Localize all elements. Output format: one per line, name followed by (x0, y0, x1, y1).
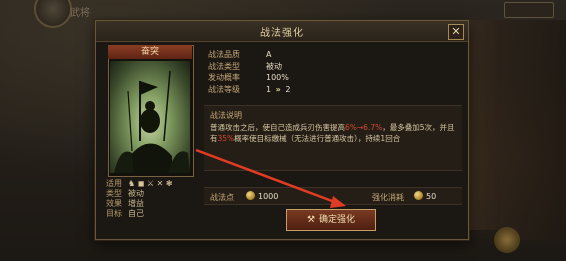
enhance-dialog: 战法强化 ✕ 奋突 适用 ♞ ◼ ⚔ ✕ ❃ 类型 被动 效果 增益 目标 自己… (95, 20, 469, 240)
info-value: A (266, 50, 272, 59)
description-title: 战法说明 (210, 111, 242, 120)
cost-row: 战法点 1000 强化消耗 50 (204, 187, 462, 205)
player-name: 武将 (70, 8, 90, 19)
hammer-icon: ⚒ (306, 215, 316, 225)
confirm-enhance-button[interactable]: ⚒ 确定强化 (286, 209, 376, 231)
troop-type-icons: ♞ ◼ ⚔ ✕ ❃ (128, 179, 173, 188)
info-row: 发动概率 100% (208, 72, 290, 84)
side-list (500, 20, 566, 240)
level-value: 1 » 2 (266, 84, 290, 96)
close-button[interactable]: ✕ (448, 24, 464, 40)
info-key: 发动概率 (208, 73, 240, 82)
stats-key: 类型 (106, 189, 122, 198)
description-highlight: 6%→6.7% (345, 123, 383, 132)
stats-key: 效果 (106, 199, 122, 208)
level-key: 战法等级 (208, 84, 240, 94)
info-key: 战法类型 (208, 61, 240, 71)
skill-name: 奋突 (108, 45, 192, 59)
stats-key: 适用 (106, 179, 122, 188)
info-value: 被动 (266, 61, 282, 71)
stats-value: 自己 (128, 209, 144, 218)
description-part: 概率使目标缴械（无法进行普通攻击），持续1回合 (234, 134, 401, 143)
skill-stats: 适用 ♞ ◼ ⚔ ✕ ❃ 类型 被动 效果 增益 目标 自己 (106, 179, 173, 219)
description-highlight: 35% (217, 134, 235, 143)
enhance-cost-label: 强化消耗 (372, 193, 404, 202)
skill-points-value: 1000 (258, 192, 279, 201)
dialog-titlebar: 战法强化 ✕ (96, 21, 468, 42)
description-part: 普通攻击之后，使自己造成兵刃伤害提高 (210, 123, 345, 132)
skill-info: 战法品质 A 战法类型 被动 发动概率 100% 战法等级 1 » 2 (208, 49, 290, 95)
level-to: 2 (285, 84, 291, 94)
level-from: 1 (266, 84, 272, 94)
stats-row: 效果 增益 (106, 199, 173, 209)
info-row: 战法等级 1 » 2 (208, 84, 290, 96)
stats-row: 类型 被动 (106, 189, 173, 199)
skill-card-art (110, 61, 190, 173)
side-panel (470, 20, 500, 230)
skill-point-coin-icon (246, 191, 255, 200)
info-row: 战法品质 A (208, 49, 290, 61)
description-box: 战法说明 普通攻击之后，使自己造成兵刃伤害提高6%→6.7%，最多叠加5次，并且… (204, 105, 462, 171)
stats-row: 适用 ♞ ◼ ⚔ ✕ ❃ (106, 179, 173, 189)
skill-points-label: 战法点 (210, 193, 234, 202)
info-key: 战法品质 (208, 50, 240, 59)
back-button[interactable] (504, 2, 554, 18)
stats-value: 被动 (128, 189, 144, 198)
info-row: 战法类型 被动 (208, 61, 290, 73)
cost-coin-icon (414, 191, 423, 200)
stats-value: 增益 (128, 199, 144, 208)
dialog-title: 战法强化 (260, 28, 304, 39)
stats-key: 目标 (106, 209, 122, 218)
enhance-cost-value: 50 (426, 192, 437, 201)
orb-icon (494, 227, 520, 253)
description-text: 普通攻击之后，使自己造成兵刃伤害提高6%→6.7%，最多叠加5次，并且有35%概… (210, 122, 456, 144)
double-chevron-right-icon: » (275, 84, 281, 94)
confirm-label: 确定强化 (319, 215, 356, 225)
info-value: 100% (266, 73, 289, 82)
stats-row: 目标 自己 (106, 209, 173, 219)
